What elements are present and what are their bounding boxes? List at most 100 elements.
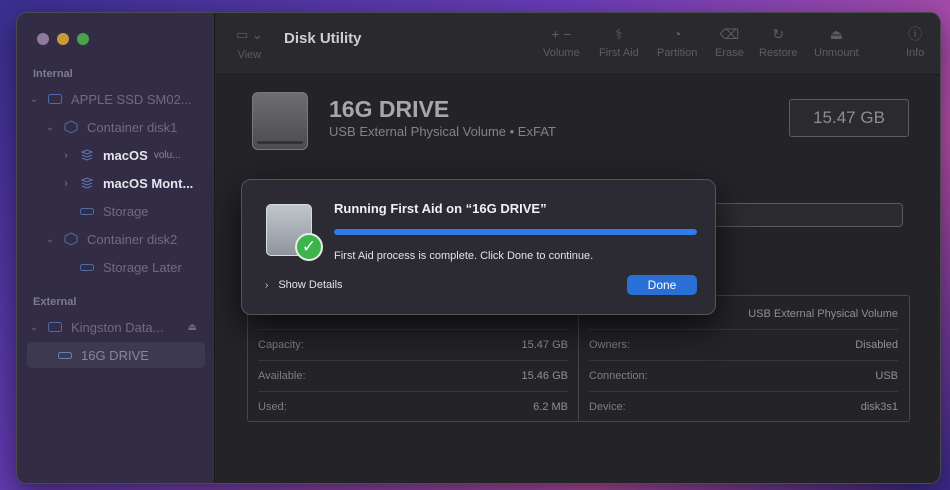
erase-button[interactable]: ⌫ Erase xyxy=(715,25,744,59)
unmount-button[interactable]: ⏏ Unmount xyxy=(814,25,859,59)
volume-icon xyxy=(79,261,95,273)
sidebar-item-label: APPLE SSD SM02... xyxy=(71,91,192,107)
volume-label: Volume xyxy=(543,47,580,59)
restore-icon: ↻ xyxy=(772,26,785,42)
show-details-toggle[interactable]: › Show Details xyxy=(265,279,343,291)
sidebar-item-label: 16G DRIVE xyxy=(81,347,149,363)
sidebar-item-container-disk2[interactable]: ⌄ Container disk2 xyxy=(43,226,205,252)
first-aid-button[interactable]: ⚕ First Aid xyxy=(599,25,639,59)
toolbar: ▭ ⌄ View Disk Utility + − Volume ⚕ First… xyxy=(216,13,940,75)
info-value: 15.47 GB xyxy=(521,339,568,351)
info-label: Capacity: xyxy=(258,339,304,351)
sidebar-item-label: Kingston Data... xyxy=(71,319,164,335)
info-label: Info xyxy=(906,47,925,59)
chevron-down-icon[interactable]: ⌄ xyxy=(43,122,57,133)
dialog-message: First Aid process is complete. Click Don… xyxy=(334,250,594,262)
restore-label: Restore xyxy=(759,47,798,59)
drive-icon xyxy=(47,93,63,105)
sidebar-item-storage[interactable]: Storage xyxy=(73,198,205,224)
chevron-down-icon[interactable]: ⌄ xyxy=(43,234,57,245)
info-value: Disabled xyxy=(855,339,898,351)
info-value: disk3s1 xyxy=(860,401,898,413)
minimize-button[interactable] xyxy=(57,33,69,45)
info-row: Available: 15.46 GB xyxy=(258,360,568,391)
zoom-button[interactable] xyxy=(77,33,89,45)
sidebar: Internal ⌄ APPLE SSD SM02... ⌄ Container… xyxy=(17,13,215,483)
info-label: Connection: xyxy=(589,370,648,382)
sidebar-section-internal: Internal xyxy=(33,68,73,80)
show-details-label: Show Details xyxy=(278,279,343,291)
unmount-label: Unmount xyxy=(814,47,859,59)
info-label: Owners: xyxy=(589,339,630,351)
info-row: Connection: USB xyxy=(589,360,898,391)
sidebar-item-macos-mont[interactable]: › macOS Mont... xyxy=(59,170,205,196)
volume-icon xyxy=(57,349,73,361)
view-button[interactable]: ▭ ⌄ View xyxy=(236,27,263,61)
partition-button[interactable]: ◔ Partition xyxy=(657,25,697,59)
external-drive-icon xyxy=(252,92,308,150)
container-icon xyxy=(63,120,79,134)
info-value: 6.2 MB xyxy=(533,401,568,413)
done-button[interactable]: Done xyxy=(627,275,697,295)
sidebar-item-label: Container disk1 xyxy=(87,119,178,135)
traffic-lights xyxy=(37,33,89,45)
sidebar-item-label: macOS xyxy=(103,147,148,163)
usage-bar xyxy=(707,203,903,227)
disk-size: 15.47 GB xyxy=(789,99,909,137)
plus-minus-icon: + − xyxy=(551,26,572,42)
disk-description: USB External Physical Volume • ExFAT xyxy=(329,124,556,139)
info-row: Device: disk3s1 xyxy=(589,391,898,422)
info-row: Used: 6.2 MB xyxy=(258,391,568,422)
info-value: USB xyxy=(875,370,898,382)
info-button[interactable]: ⓘ Info xyxy=(906,25,924,59)
sidebar-item-kingston[interactable]: ⌄ Kingston Data... ⏏ xyxy=(27,314,205,340)
info-row: Owners: Disabled xyxy=(589,329,898,360)
chevron-right-icon[interactable]: › xyxy=(59,150,73,161)
drive-checkmark-icon: ✓ xyxy=(264,202,323,261)
info-icon: ⓘ xyxy=(908,26,923,42)
volume-button[interactable]: + − Volume xyxy=(543,25,580,59)
info-value: 15.46 GB xyxy=(521,370,568,382)
sidebar-item-label: macOS Mont... xyxy=(103,175,194,191)
sidebar-toggle-icon: ▭ ⌄ xyxy=(236,27,263,42)
close-button[interactable] xyxy=(37,33,49,45)
chevron-down-icon[interactable]: ⌄ xyxy=(27,94,41,105)
sidebar-item-16g-drive[interactable]: 16G DRIVE xyxy=(27,342,205,368)
progress-bar xyxy=(334,229,697,235)
pie-icon: ◔ xyxy=(672,26,682,42)
erase-icon: ⌫ xyxy=(719,26,740,42)
sidebar-item-label: Container disk2 xyxy=(87,231,178,247)
sidebar-item-label: Storage Later xyxy=(103,259,182,275)
drive-icon xyxy=(47,321,63,333)
info-label: Used: xyxy=(258,401,287,413)
dialog-title: Running First Aid on “16G DRIVE” xyxy=(334,201,547,216)
view-label: View xyxy=(237,49,262,61)
info-row: Capacity: 15.47 GB xyxy=(258,329,568,360)
erase-label: Erase xyxy=(715,47,744,59)
sidebar-item-container-disk1[interactable]: ⌄ Container disk1 xyxy=(43,114,205,140)
checkmark-icon: ✓ xyxy=(295,233,323,261)
window-title: Disk Utility xyxy=(284,30,362,47)
volume-stack-icon xyxy=(79,149,95,161)
stethoscope-icon: ⚕ xyxy=(615,26,623,42)
container-icon xyxy=(63,232,79,246)
sidebar-item-macos[interactable]: › macOS volu... xyxy=(59,142,205,168)
first-aid-dialog: ✓ Running First Aid on “16G DRIVE” First… xyxy=(241,179,716,315)
sidebar-item-label: Storage xyxy=(103,203,149,219)
disk-name: 16G DRIVE xyxy=(329,96,450,122)
info-label: Device: xyxy=(589,401,626,413)
progress-fill xyxy=(334,229,697,235)
chevron-down-icon[interactable]: ⌄ xyxy=(27,322,41,333)
volume-stack-icon xyxy=(79,177,95,189)
sidebar-item-apple-ssd[interactable]: ⌄ APPLE SSD SM02... xyxy=(27,86,205,112)
chevron-right-icon: › xyxy=(265,279,269,291)
restore-button[interactable]: ↻ Restore xyxy=(759,25,798,59)
info-label: Available: xyxy=(258,370,306,382)
eject-icon[interactable]: ⏏ xyxy=(188,322,197,333)
info-value: USB External Physical Volume xyxy=(748,307,898,320)
sidebar-item-storage-later[interactable]: Storage Later xyxy=(73,254,205,280)
first-aid-label: First Aid xyxy=(599,47,639,59)
chevron-right-icon[interactable]: › xyxy=(59,178,73,189)
sidebar-item-sublabel: volu... xyxy=(153,149,181,161)
volume-icon xyxy=(79,205,95,217)
